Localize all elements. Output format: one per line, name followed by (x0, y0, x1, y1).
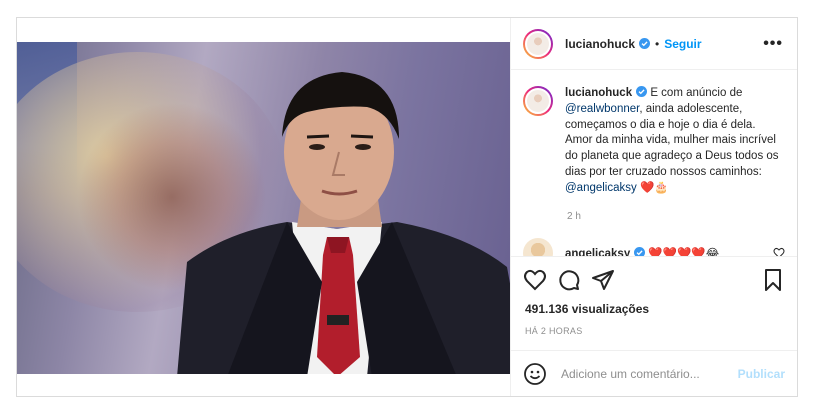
instagram-post: lucianohuck • Seguir ••• lucianohuck E c… (16, 17, 798, 397)
follow-button[interactable]: Seguir (664, 37, 701, 51)
caption-text: lucianohuck E com anúncio de @realwbonne… (565, 86, 785, 197)
mention-link[interactable]: @realwbonner (565, 103, 639, 115)
more-options-icon[interactable]: ••• (763, 35, 783, 53)
like-heart-icon[interactable] (523, 268, 547, 292)
commenter-avatar[interactable] (523, 237, 553, 256)
verified-badge-icon (636, 86, 648, 97)
news-anchor-figure (177, 72, 510, 374)
comment-text: angelicaksy ❤️❤️❤️❤️😂 (565, 246, 719, 256)
post-time: HÁ 2 HORAS (525, 326, 583, 336)
video-frame[interactable] (17, 42, 510, 374)
verified-badge-icon (634, 246, 646, 256)
emoji-icon[interactable] (523, 362, 547, 386)
mention-link-2[interactable]: @angelicaksy (565, 182, 637, 194)
views-count[interactable]: 491.136 visualizações (511, 302, 797, 322)
comment-row: angelicaksy ❤️❤️❤️❤️😂 (523, 237, 785, 256)
caption-avatar[interactable] (523, 86, 553, 116)
comment-bubble-icon[interactable] (557, 268, 581, 292)
comment-body: ❤️❤️❤️❤️😂 (648, 247, 720, 256)
action-bar (511, 256, 797, 302)
caption-emoji: ❤️🎂 (636, 181, 669, 194)
post-caption: lucianohuck E com anúncio de @realwbonne… (523, 86, 785, 197)
author-username[interactable]: lucianohuck (565, 37, 635, 51)
author-avatar[interactable] (523, 28, 553, 59)
verified-badge-icon (639, 38, 651, 49)
separator-dot: • (655, 36, 660, 51)
comment-input[interactable]: Adicione um comentário... (561, 367, 738, 381)
share-paper-plane-icon[interactable] (591, 268, 615, 292)
post-header: lucianohuck • Seguir ••• (511, 18, 797, 70)
caption-username[interactable]: lucianohuck (565, 87, 632, 99)
caption-timestamp: 2 h (567, 210, 581, 222)
caption-intro: E com anúncio de (650, 87, 743, 99)
video-player[interactable] (17, 18, 511, 396)
publish-button[interactable]: Publicar (738, 367, 785, 381)
like-comment-heart-icon[interactable] (773, 247, 785, 256)
commenter-username[interactable]: angelicaksy (565, 248, 630, 256)
add-comment-bar: Adicione um comentário... Publicar (511, 350, 797, 396)
save-bookmark-icon[interactable] (761, 268, 785, 292)
post-sidebar: lucianohuck • Seguir ••• lucianohuck E c… (511, 18, 797, 396)
comments-section: lucianohuck E com anúncio de @realwbonne… (511, 70, 797, 256)
